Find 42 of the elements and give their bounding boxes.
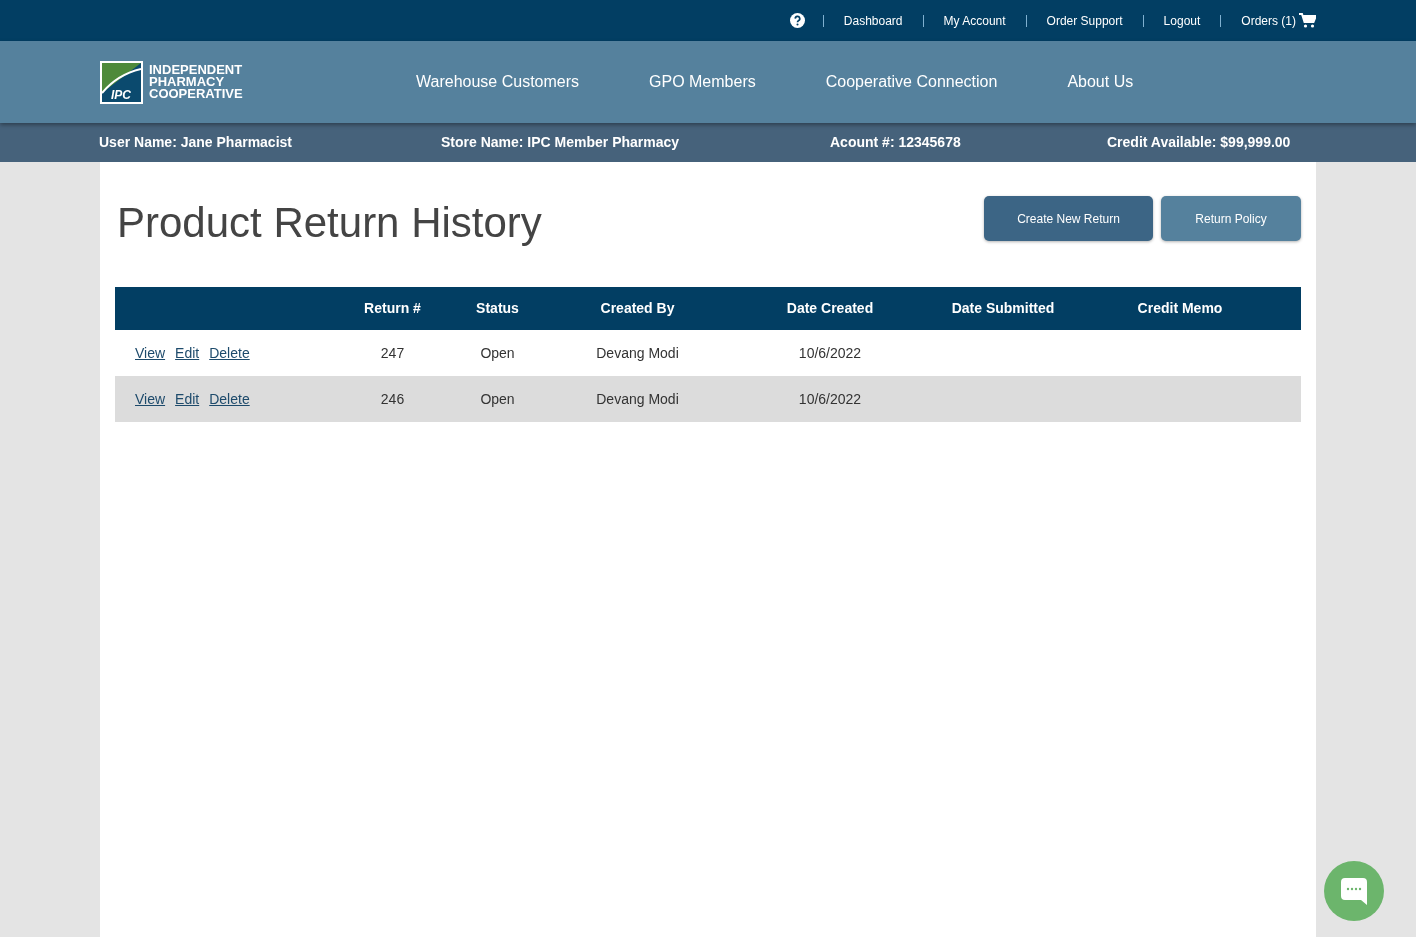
row-action-link[interactable]: Edit bbox=[175, 342, 200, 364]
top-nav-link[interactable]: Order Support bbox=[1046, 11, 1123, 30]
row-action-link[interactable]: View bbox=[135, 388, 166, 410]
row-action-link[interactable]: View bbox=[135, 342, 166, 364]
column-header: Credit Memo bbox=[1136, 299, 1224, 318]
nav-link[interactable]: About Us bbox=[1067, 70, 1134, 94]
action-button[interactable]: Create New Return bbox=[984, 196, 1153, 241]
account-info-text: Store Name: IPC Member Pharmacy bbox=[441, 133, 681, 152]
row-action-link[interactable]: Edit bbox=[175, 388, 200, 410]
logo-badge[interactable]: IPC bbox=[100, 60, 143, 104]
nav-link[interactable]: GPO Members bbox=[649, 70, 756, 94]
cart-icon[interactable] bbox=[1299, 13, 1316, 28]
logo-text: INDEPENDENT PHARMACY COOPERATIVE bbox=[149, 64, 243, 100]
chat-bubble-icon bbox=[1341, 877, 1367, 905]
table-cell-text: 10/6/2022 bbox=[797, 389, 863, 409]
column-header: Status bbox=[475, 299, 520, 318]
page-title: Product Return History bbox=[116, 198, 542, 244]
table-cell-text: Devang Modi bbox=[595, 389, 680, 409]
nav-link[interactable]: Cooperative Connection bbox=[825, 70, 998, 94]
top-nav-link[interactable]: My Account bbox=[943, 11, 1006, 30]
column-header: Return # bbox=[363, 299, 422, 318]
action-button[interactable]: Return Policy bbox=[1161, 196, 1301, 241]
column-header: Created By bbox=[599, 299, 676, 318]
table-cell-text: 247 bbox=[379, 343, 406, 363]
table-cell-text: Devang Modi bbox=[595, 343, 680, 363]
help-icon[interactable] bbox=[789, 13, 805, 28]
table-cell-text: Open bbox=[479, 343, 516, 363]
top-nav-link[interactable]: Logout bbox=[1163, 11, 1201, 30]
nav-link[interactable]: Warehouse Customers bbox=[416, 70, 580, 94]
column-header: Date Submitted bbox=[950, 299, 1056, 318]
column-header: Date Created bbox=[785, 299, 875, 318]
table-cell-text: 246 bbox=[379, 389, 406, 409]
row-action-link[interactable]: Delete bbox=[209, 342, 250, 364]
top-nav-link[interactable]: Dashboard bbox=[843, 11, 903, 30]
account-info-text: Acount #: 12345678 bbox=[830, 133, 962, 152]
row-action-link[interactable]: Delete bbox=[209, 388, 250, 410]
top-nav-link[interactable]: Orders (1) bbox=[1241, 11, 1296, 30]
table-cell-text: Open bbox=[479, 389, 516, 409]
account-info-text: User Name: Jane Pharmacist bbox=[99, 133, 293, 152]
account-info-text: Credit Available: $99,999.00 bbox=[1107, 133, 1291, 152]
table-cell-text: 10/6/2022 bbox=[797, 343, 863, 363]
logo-badge-text: IPC bbox=[111, 88, 131, 101]
